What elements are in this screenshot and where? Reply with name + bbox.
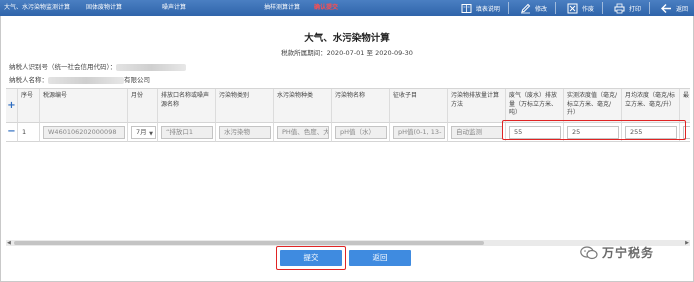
watermark: 万宁税务: [580, 244, 654, 261]
back-button[interactable]: 返回: [349, 250, 411, 266]
instructions-label: 填表说明: [475, 5, 500, 13]
category-field: 水污染物: [219, 126, 271, 139]
print-button[interactable]: 打印: [614, 0, 650, 16]
col-header-method: 污染物排放量计算方法: [448, 89, 506, 123]
method-field: 自动监测: [451, 126, 503, 139]
void-label: 作废: [581, 5, 594, 13]
pencil-icon: [520, 3, 531, 13]
taxpayer-name-label: 纳税人名称：: [9, 76, 48, 84]
source-no-field: W460106202000098: [43, 126, 125, 139]
col-header-month: 月份: [128, 89, 158, 123]
watermark-text: 万宁税务: [602, 246, 655, 260]
back-arrow-icon: [660, 3, 671, 13]
cell-method: 自动监测: [448, 123, 506, 142]
add-row-icon[interactable]: +: [6, 89, 18, 123]
pollutant-field: pH值（水）: [335, 126, 387, 139]
col-header-measured: 实测浓度值（毫克/标立方米、毫克/升）: [564, 89, 622, 123]
step-tabs: 大气、水污染物监测计算 固体废物计算 噪声计算 抽样测算计算 确认提交: [4, 0, 374, 16]
chevron-down-icon: ▼: [149, 131, 153, 137]
tab-noise[interactable]: 噪声计算: [162, 0, 264, 16]
scroll-right-icon[interactable]: ▶: [685, 240, 689, 246]
cell-sub-item: pH值(0-1, 13-: [390, 123, 448, 142]
col-header-category: 污染物类别: [216, 89, 274, 123]
taxpayer-id-label: 纳税人识别号（统一社会信用代码）：: [9, 63, 117, 71]
cell-pollutant: pH值（水）: [332, 123, 390, 142]
month-select[interactable]: 7月 ▼: [131, 126, 156, 139]
book-icon: [461, 3, 472, 13]
col-header-water-type: 水污染物种类: [274, 89, 332, 123]
scrollbar-thumb[interactable]: [14, 241, 484, 245]
cell-month: 7月 ▼: [128, 123, 158, 142]
toolbar-actions: 填表说明 修改 作废 打印 返回: [450, 0, 688, 16]
cell-outlet: “排放口1: [158, 123, 216, 142]
delete-row-icon[interactable]: −: [6, 123, 18, 142]
submit-button[interactable]: 提交: [280, 250, 342, 266]
col-header-index: 序号: [18, 89, 40, 123]
tab-confirm-label: 确认提交: [314, 4, 339, 11]
tab-air-water[interactable]: 大气、水污染物监测计算: [4, 0, 86, 16]
scroll-left-icon[interactable]: ◀: [7, 240, 11, 246]
toolbar-divider: [648, 2, 650, 14]
printer-icon: [614, 3, 625, 13]
col-header-sub-item: 征收子目: [390, 89, 448, 123]
redacted-taxpayer-name: [48, 76, 124, 84]
top-toolbar: 大气、水污染物监测计算 固体废物计算 噪声计算 抽样测算计算 确认提交 填表说明…: [0, 0, 694, 16]
sub-item-select[interactable]: pH值(0-1, 13-: [393, 126, 445, 139]
taxpayer-name-line: 纳税人名称： 有限公司: [9, 74, 150, 84]
print-label: 打印: [628, 5, 641, 13]
back-label: 返回: [675, 5, 688, 13]
edit-label: 修改: [534, 5, 547, 13]
back-button-top[interactable]: 返回: [660, 0, 688, 16]
tab-solid-waste[interactable]: 固体废物计算: [86, 0, 162, 16]
cell-category: 水污染物: [216, 123, 274, 142]
tab-sampling[interactable]: 抽样测算计算: [264, 0, 314, 16]
col-header-source-no: 税源编号: [40, 89, 128, 123]
void-icon: [567, 3, 578, 13]
table-row: 1: [18, 123, 40, 142]
page-title: 大气、水污染物计算: [304, 33, 390, 44]
col-header-outlet: 排放口名称或噪声源名称: [158, 89, 216, 123]
highlight-box-inputs: [502, 120, 686, 140]
toolbar-divider: [554, 2, 556, 14]
outlet-field: “排放口1: [161, 126, 213, 139]
col-header-emission: 废气（废水）排放量（万标立方米、吨）: [506, 89, 564, 123]
col-header-monthly-avg: 月均浓度（毫克/标立方米、毫克/升）: [622, 89, 680, 123]
taxpayer-name-suffix: 有限公司: [124, 76, 150, 84]
sub-item-value: pH值(0-1, 13-: [398, 128, 442, 136]
col-header-pollutant: 污染物名称: [332, 89, 390, 123]
taxpayer-id-line: 纳税人识别号（统一社会信用代码）：: [9, 61, 187, 71]
cell-source-no: W460106202000098: [40, 123, 128, 142]
void-button[interactable]: 作废: [567, 0, 603, 16]
row-index: 1: [22, 128, 27, 136]
edit-button[interactable]: 修改: [520, 0, 556, 16]
toolbar-divider: [601, 2, 603, 14]
instructions-button[interactable]: 填表说明: [461, 0, 509, 16]
col-header-more: 最: [680, 89, 690, 123]
tab-confirm-submit[interactable]: 确认提交: [314, 0, 374, 16]
cell-water-type: PH值、色度、大: [274, 123, 332, 142]
redacted-taxpayer-id: [116, 63, 187, 71]
tax-period: 税款所属期间：2020-07-01 至 2020-09-30: [281, 49, 413, 57]
toolbar-divider: [507, 2, 509, 14]
wechat-icon: [580, 245, 598, 259]
water-type-field: PH值、色度、大: [277, 126, 329, 139]
month-value: 7月: [136, 128, 147, 136]
